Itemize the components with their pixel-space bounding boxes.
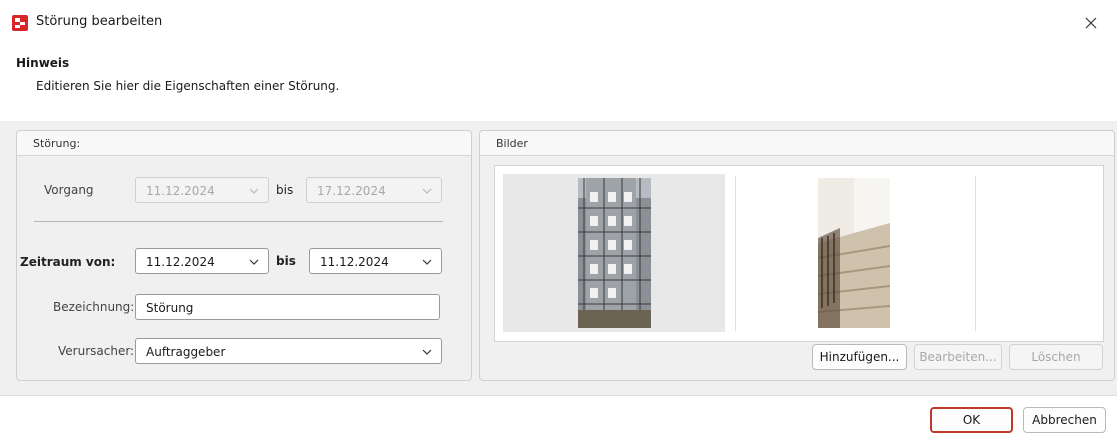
verursacher-value: Auftraggeber: [146, 345, 226, 359]
staircase-photo: [818, 178, 890, 328]
image-list[interactable]: [494, 165, 1104, 342]
image-item-1[interactable]: [503, 166, 725, 341]
chevron-down-icon: [422, 188, 432, 194]
edit-image-button[interactable]: Bearbeiten...: [914, 344, 1002, 370]
vorgang-to-date: 17.12.2024: [306, 177, 442, 203]
separator-line: [34, 221, 443, 222]
window-title: Störung bearbeiten: [36, 14, 163, 29]
cancel-button[interactable]: Abbrechen: [1023, 407, 1106, 433]
bilder-group-header: Bilder: [480, 131, 1114, 156]
zeitraum-label: Zeitraum von:: [20, 255, 116, 269]
zeitraum-from-date[interactable]: 11.12.2024: [135, 248, 269, 274]
vorgang-bis-label: bis: [276, 183, 294, 197]
verursacher-label: Verursacher:: [58, 344, 135, 358]
ok-button[interactable]: OK: [930, 407, 1013, 433]
zeitraum-from-value: 11.12.2024: [146, 255, 215, 269]
app-logo-icon: [12, 15, 28, 31]
hint-text: Editieren Sie hier die Eigenschaften ein…: [36, 79, 340, 93]
chevron-down-icon: [249, 188, 259, 194]
chevron-down-icon: [422, 259, 432, 265]
vorgang-to-value: 17.12.2024: [317, 184, 386, 198]
bezeichnung-input[interactable]: Störung: [135, 294, 440, 320]
delete-image-button[interactable]: Löschen: [1009, 344, 1103, 370]
stoerung-group-label: Störung:: [33, 137, 81, 150]
bilder-group-label: Bilder: [496, 137, 528, 150]
vorgang-from-value: 11.12.2024: [146, 184, 215, 198]
title-bar: Störung bearbeiten: [0, 0, 1117, 46]
hint-panel: Hinweis Editieren Sie hier die Eigenscha…: [0, 46, 1117, 122]
chevron-down-icon: [422, 349, 432, 355]
close-icon: [1085, 17, 1097, 29]
scaffolding-facade-photo: [578, 178, 651, 328]
image-divider: [975, 176, 976, 331]
bezeichnung-label: Bezeichnung:: [53, 300, 135, 314]
vorgang-label: Vorgang: [44, 183, 94, 197]
zeitraum-to-date[interactable]: 11.12.2024: [309, 248, 442, 274]
zeitraum-to-value: 11.12.2024: [320, 255, 389, 269]
bezeichnung-value: Störung: [146, 301, 194, 315]
vorgang-from-date: 11.12.2024: [135, 177, 269, 203]
zeitraum-bis-label: bis: [276, 254, 296, 268]
verursacher-select[interactable]: Auftraggeber: [135, 338, 442, 364]
close-button[interactable]: [1079, 11, 1103, 35]
add-image-button[interactable]: Hinzufügen...: [812, 344, 907, 370]
hint-title: Hinweis: [16, 56, 70, 70]
stoerung-group-header: Störung:: [17, 131, 471, 156]
chevron-down-icon: [249, 259, 259, 265]
image-item-2[interactable]: [736, 166, 974, 341]
